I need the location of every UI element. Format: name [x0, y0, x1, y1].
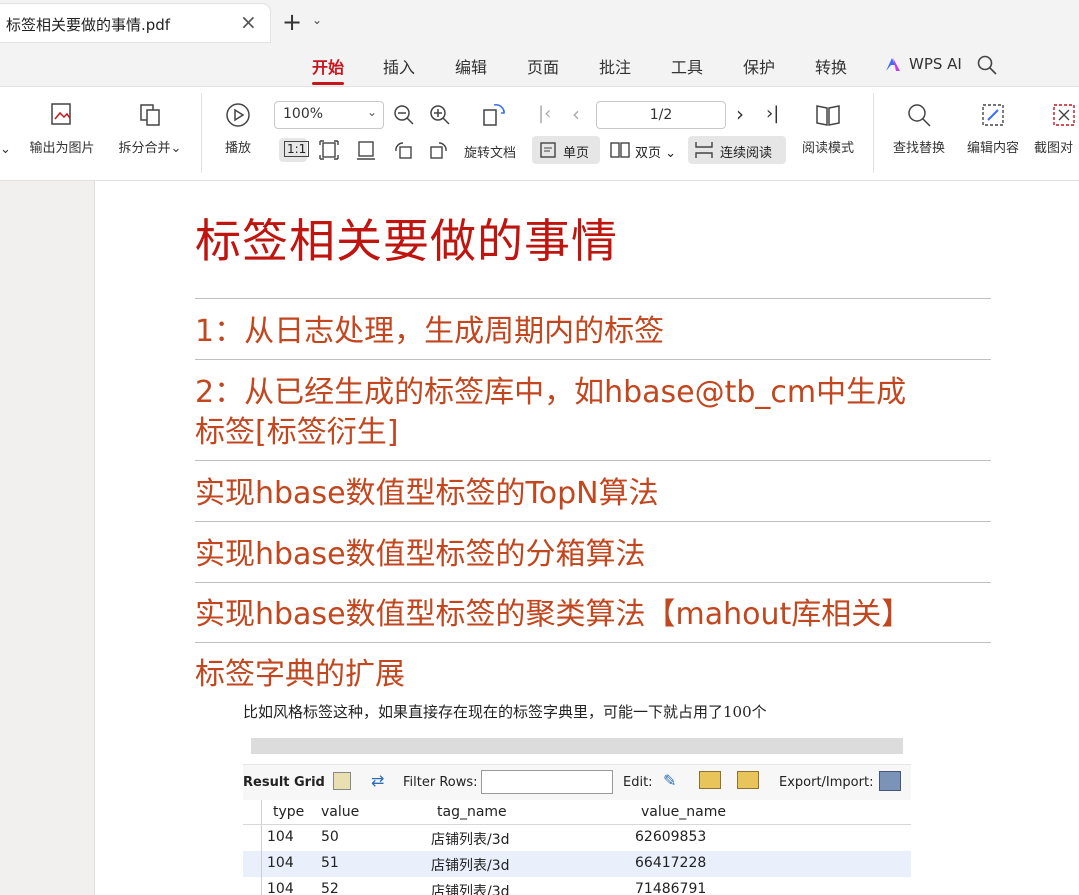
zoom-in-icon[interactable]: [429, 104, 451, 126]
wps-ai-button[interactable]: WPS AI: [909, 55, 962, 73]
zoom-out-icon[interactable]: [393, 104, 415, 126]
actual-size-icon: 1:1: [284, 141, 310, 157]
rotate-right-icon[interactable]: [428, 139, 450, 161]
split-merge-button[interactable]: 拆分合并⌄: [112, 101, 188, 156]
export-image-button[interactable]: 输出为图片: [24, 101, 100, 156]
list-item: 标签字典的扩展: [195, 657, 405, 692]
menu-page[interactable]: 页面: [527, 54, 559, 78]
menu-edit[interactable]: 编辑: [455, 54, 487, 78]
menu-convert[interactable]: 转换: [815, 54, 847, 78]
menu-annotate[interactable]: 批注: [599, 54, 631, 78]
separator: [873, 93, 874, 173]
table-row: 104 52 店铺列表/3d 71486791: [243, 877, 911, 895]
add-row-icon: [699, 771, 721, 789]
continuous-read-icon: [695, 142, 713, 158]
close-icon[interactable]: ×: [240, 10, 257, 34]
list-item: 实现hbase数值型标签的分箱算法: [195, 537, 646, 572]
list-item: 1：从日志处理，生成周期内的标签: [195, 314, 665, 349]
first-page-icon[interactable]: |‹: [538, 103, 551, 124]
find-icon: [908, 104, 931, 127]
edit-content-button[interactable]: 编辑内容: [961, 101, 1025, 156]
refresh-icon: ⇄: [371, 771, 385, 790]
single-page-icon: [540, 142, 556, 158]
chevron-down-icon: ⌄: [366, 105, 377, 119]
rotate-document-icon[interactable]: [480, 101, 508, 129]
list-item: 实现hbase数值型标签的聚类算法【mahout库相关】: [195, 597, 912, 632]
body-text: 比如风格标签这种，如果直接存在现在的标签字典里，可能一下就占用了100个: [243, 703, 767, 721]
list-item: 实现hbase数值型标签的TopN算法: [195, 476, 659, 511]
screenshot-icon: [1053, 104, 1075, 126]
divider: [195, 521, 991, 522]
menu-bar: 开始 插入 编辑 页面 批注 工具 保护 转换 WPS AI: [0, 46, 1079, 87]
edit-icon: ✎: [663, 771, 677, 790]
grid-header-bar: [251, 738, 903, 754]
menu-tools[interactable]: 工具: [671, 54, 703, 78]
export-image-icon: [51, 103, 71, 125]
divider: [195, 582, 991, 583]
chevron-down-icon[interactable]: ⌄: [0, 142, 11, 157]
pdf-page: 标签相关要做的事情 1：从日志处理，生成周期内的标签 2：从已经生成的标签库中，…: [95, 181, 1079, 895]
page-number-input[interactable]: 1/2: [596, 101, 726, 129]
read-mode-button[interactable]: 阅读模式: [796, 101, 860, 156]
edit-content-icon: [982, 104, 1004, 126]
prev-page-icon[interactable]: ‹: [572, 102, 580, 126]
menu-start[interactable]: 开始: [312, 54, 344, 78]
thumbnail-sidebar: [0, 181, 95, 895]
screenshot-button[interactable]: 截图对: [1034, 101, 1079, 156]
double-page-icon: [610, 142, 630, 158]
next-page-icon[interactable]: ›: [736, 102, 744, 126]
continuous-read-toggle[interactable]: 连续阅读: [688, 136, 786, 164]
zoom-select[interactable]: 100% ⌄: [274, 101, 384, 129]
last-page-icon[interactable]: ›|: [766, 103, 779, 124]
rotate-left-icon[interactable]: [392, 139, 414, 161]
tab-title: 标签相关要做的事情.pdf: [6, 16, 171, 34]
menu-protect[interactable]: 保护: [743, 54, 775, 78]
grid-toolbar: Result Grid ⇄ Filter Rows: Edit: ✎ Expor…: [243, 764, 911, 802]
active-tab-indicator: [312, 82, 344, 85]
list-item: 标签[标签衍生]: [195, 415, 399, 450]
divider: [195, 460, 991, 461]
new-tab-icon[interactable]: +: [282, 8, 302, 36]
separator: [201, 93, 202, 173]
actual-size-toggle[interactable]: 1:1: [279, 138, 310, 162]
document-title: 标签相关要做的事情: [195, 214, 618, 268]
play-button[interactable]: 播放: [218, 101, 258, 156]
double-page-button[interactable]: 双页 ⌄: [608, 136, 680, 164]
divider: [195, 359, 991, 360]
tab-bar: 标签相关要做的事情.pdf × + ⌄: [0, 0, 1079, 46]
rotate-document-label[interactable]: 旋转文档: [464, 142, 516, 161]
list-item: 2：从已经生成的标签库中，如hbase@tb_cm中生成: [195, 375, 907, 410]
wps-ai-icon: [886, 58, 900, 71]
fit-width-icon[interactable]: [355, 139, 377, 161]
grid-column-header: type value tag_name value_name: [243, 800, 911, 825]
table-row: 104 50 店铺列表/3d 62609853: [243, 825, 911, 851]
search-icon[interactable]: [976, 54, 998, 76]
find-replace-button[interactable]: 查找替换: [887, 101, 951, 156]
divider: [195, 642, 991, 643]
filter-input: [481, 770, 613, 794]
fit-page-icon[interactable]: [318, 139, 340, 161]
embedded-result-grid: Result Grid ⇄ Filter Rows: Edit: ✎ Expor…: [243, 734, 911, 895]
delete-row-icon: [737, 771, 759, 789]
grid-icon: [333, 772, 351, 790]
play-icon: [226, 103, 250, 127]
chevron-down-icon[interactable]: ⌄: [312, 13, 322, 27]
divider: [195, 298, 991, 299]
split-merge-icon: [140, 104, 160, 126]
save-icon: [879, 771, 901, 791]
menu-insert[interactable]: 插入: [383, 54, 415, 78]
ribbon-toolbar: ⌄ 输出为图片 拆分合并⌄ 播放 100% ⌄ 旋转文档 |‹ ‹ 1/2 › …: [0, 87, 1079, 181]
document-tab[interactable]: 标签相关要做的事情.pdf ×: [0, 4, 270, 42]
table-row: 104 51 店铺列表/3d 66417228: [243, 851, 911, 877]
book-icon: [816, 105, 840, 126]
single-page-toggle[interactable]: 单页: [532, 136, 600, 164]
